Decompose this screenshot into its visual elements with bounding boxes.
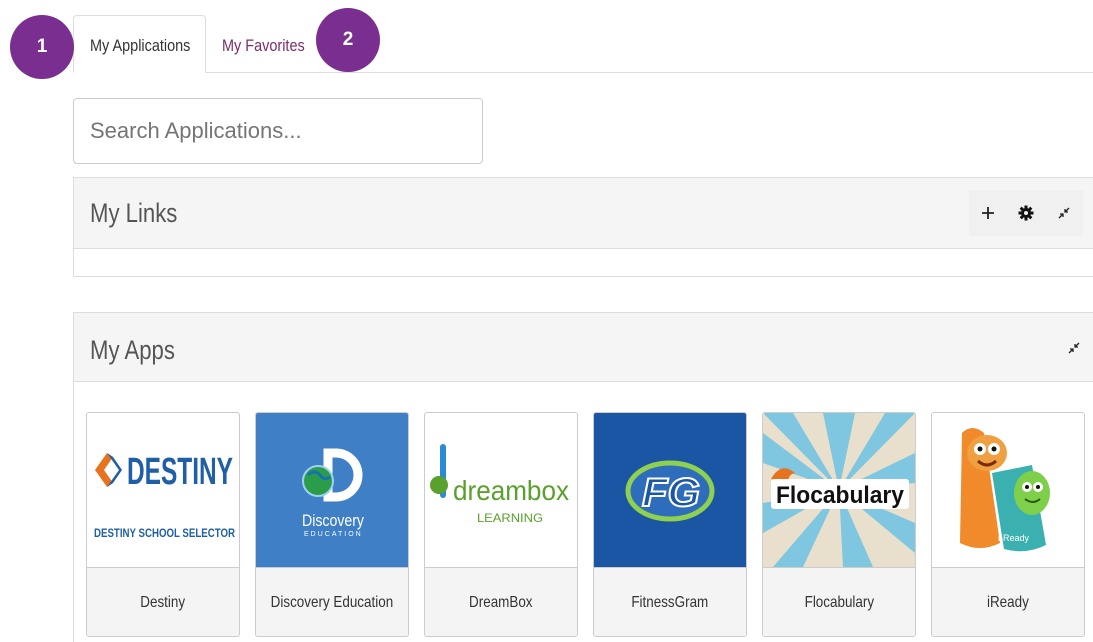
tab-my-applications-label: My Applications [90,36,191,55]
flocabulary-logo: Flocabulary [763,413,915,568]
app-label: iReady [932,568,1084,636]
callout-1: 1 [10,15,74,79]
tab-my-favorites[interactable]: My Favorites [206,15,311,73]
discovery-logo: Discovery EDUCATION [256,413,408,568]
flocabulary-logo-title: Flocabulary [776,482,905,509]
app-label: Destiny [87,568,239,636]
iready-logo: i-Ready [932,413,1084,568]
dreambox-logo: dreambox LEARNING [425,413,577,568]
app-tile-dreambox[interactable]: dreambox LEARNING DreamBox [424,412,578,637]
callout-2: 2 [316,8,380,72]
app-tile-flocabulary[interactable]: Flocabulary Flocabulary [762,412,916,637]
app-tile-destiny[interactable]: DESTINY DESTINY SCHOOL SELECTOR Destiny [86,412,240,637]
my-apps-toolbar [1055,325,1093,371]
gear-icon [1018,205,1034,221]
add-link-button[interactable] [969,190,1007,236]
app-label: DreamBox [425,568,577,636]
collapse-icon [1058,207,1070,219]
search-input[interactable] [73,98,483,164]
app-label: Flocabulary [763,568,915,636]
destiny-logo: DESTINY DESTINY SCHOOL SELECTOR [87,413,239,568]
my-apps-header: My Apps [74,313,1093,382]
dreambox-logo-title: dreambox [453,475,569,506]
my-links-panel: My Links [73,177,1093,277]
fitnessgram-logo-title: FG [642,471,700,515]
my-apps-title: My Apps [90,335,175,365]
my-links-header: My Links [74,178,1093,249]
iready-logo-title: i-Ready [998,533,1030,543]
destiny-logo-title: DESTINY [127,451,233,493]
collapse-icon [1068,342,1080,354]
app-tile-iready[interactable]: i-Ready iReady [931,412,1085,637]
my-links-title: My Links [90,198,178,228]
tab-my-favorites-label: My Favorites [222,36,305,55]
tab-my-applications[interactable]: My Applications [73,15,206,73]
my-links-toolbar [969,190,1083,236]
collapse-apps-button[interactable] [1055,325,1093,371]
plus-icon [982,207,994,219]
app-label: FitnessGram [594,568,746,636]
discovery-logo-title: Discovery [302,511,364,530]
settings-button[interactable] [1007,190,1045,236]
destiny-logo-sub: DESTINY SCHOOL SELECTOR [94,526,235,540]
app-label: Discovery Education [256,568,408,636]
app-tile-fitnessgram[interactable]: FG FitnessGram [593,412,747,637]
discovery-logo-sub: EDUCATION [304,531,363,538]
dreambox-logo-sub: LEARNING [477,511,543,525]
collapse-links-button[interactable] [1045,190,1083,236]
fitnessgram-logo: FG [594,413,746,568]
app-tile-discovery-education[interactable]: Discovery EDUCATION Discovery Education [255,412,409,637]
